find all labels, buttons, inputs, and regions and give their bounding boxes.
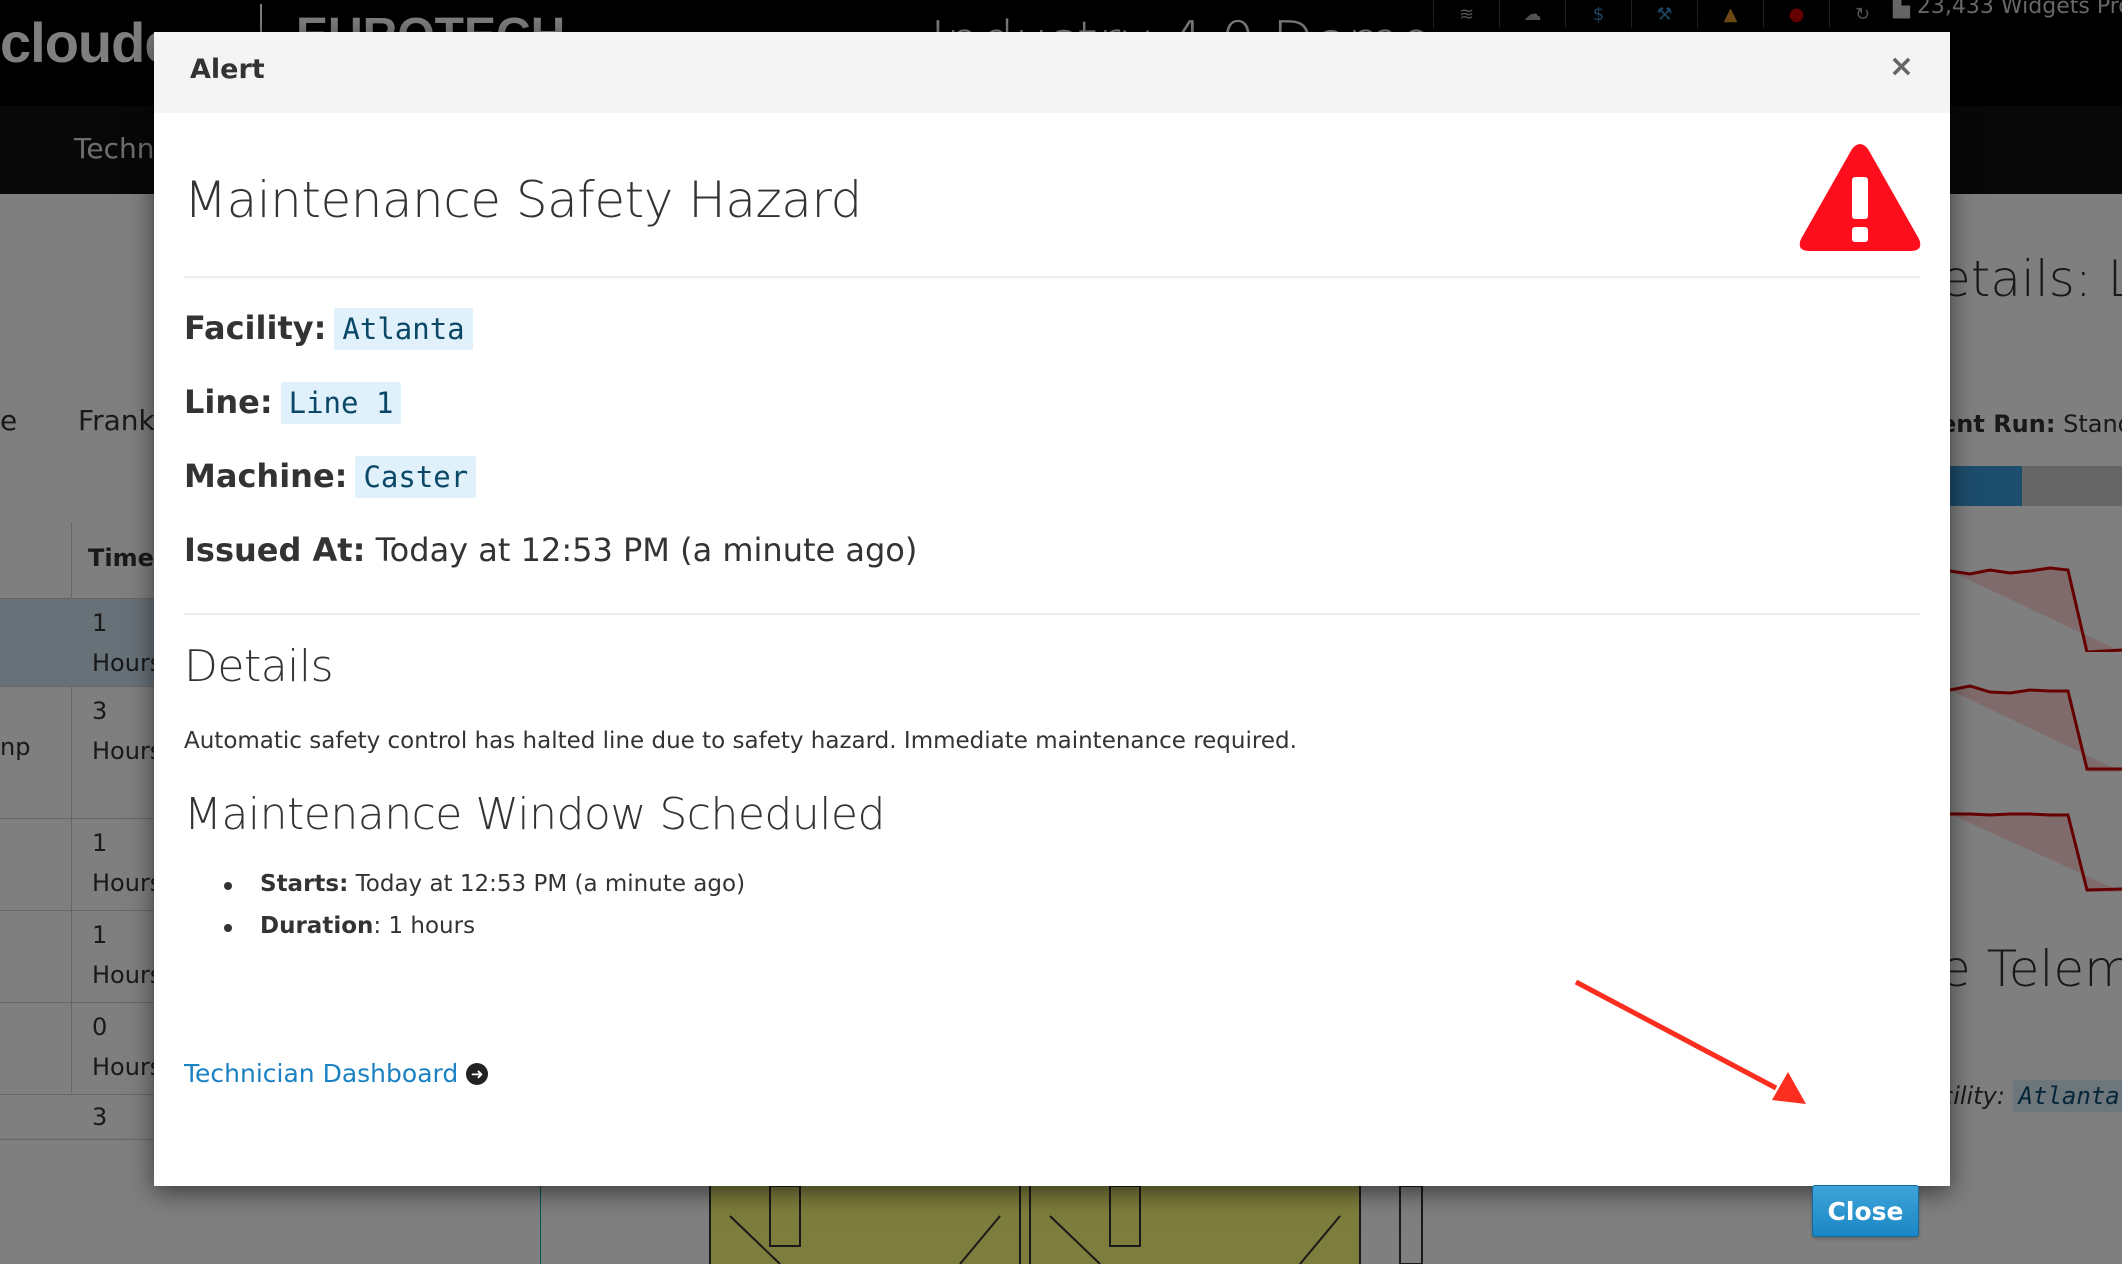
- technician-dashboard-link[interactable]: Technician Dashboard ➜: [184, 1059, 489, 1088]
- close-icon[interactable]: ×: [1889, 52, 1914, 82]
- technician-dashboard-label: Technician Dashboard: [184, 1059, 459, 1088]
- warning-triangle-icon: [1799, 144, 1921, 251]
- details-heading: Details: [184, 641, 334, 692]
- maintenance-duration: Duration: 1 hours: [224, 913, 745, 955]
- arrow-circle-right-icon: ➜: [466, 1062, 489, 1085]
- facility-field: Facility: Atlanta: [184, 308, 473, 350]
- divider: [184, 276, 1920, 278]
- machine-value: Caster: [355, 456, 477, 498]
- issued-at-value: Today at 12:53 PM (a minute ago): [375, 531, 918, 569]
- maintenance-starts: Starts: Today at 12:53 PM (a minute ago): [224, 871, 745, 913]
- maintenance-window-list: Starts: Today at 12:53 PM (a minute ago)…: [224, 871, 745, 955]
- maintenance-window-heading: Maintenance Window Scheduled: [184, 789, 885, 840]
- line-value: Line 1: [280, 382, 402, 424]
- machine-field: Machine: Caster: [184, 456, 477, 498]
- alert-heading: Maintenance Safety Hazard: [184, 171, 862, 229]
- details-text: Automatic safety control has halted line…: [184, 728, 1297, 754]
- close-button[interactable]: Close: [1812, 1185, 1919, 1237]
- modal-header: Alert ×: [154, 32, 1950, 113]
- facility-value: Atlanta: [334, 308, 473, 350]
- alert-modal: Alert × Maintenance Safety Hazard Facili…: [154, 32, 1950, 1237]
- modal-title: Alert: [190, 54, 265, 85]
- divider: [184, 613, 1920, 615]
- line-field: Line: Line 1: [184, 382, 402, 424]
- issued-at-field: Issued At: Today at 12:53 PM (a minute a…: [184, 531, 918, 569]
